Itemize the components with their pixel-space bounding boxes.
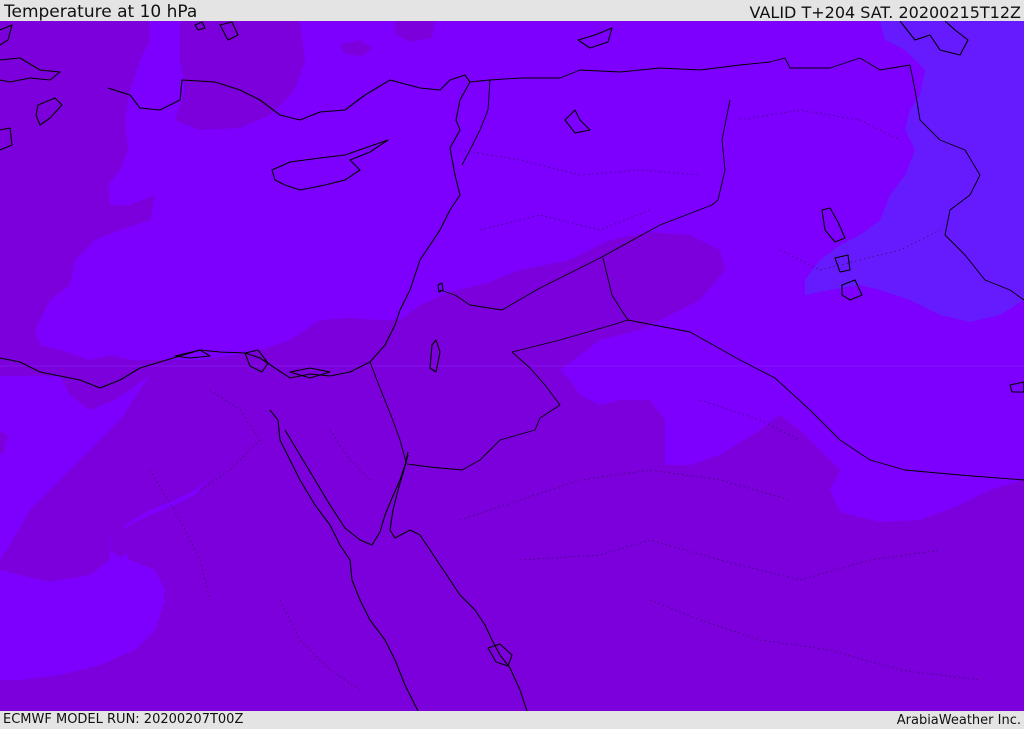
footer-bar: ECMWF MODEL RUN: 20200207T00Z ArabiaWeat… [0, 711, 1024, 729]
credit-label: ArabiaWeather Inc. [896, 713, 1021, 728]
map-svg [0, 21, 1024, 711]
map-title: Temperature at 10 hPa [4, 2, 198, 22]
valid-time: VALID T+204 SAT. 20200215T12Z [749, 3, 1021, 22]
map-canvas[interactable] [0, 21, 1024, 711]
model-run-label: ECMWF MODEL RUN: 20200207T00Z [3, 712, 244, 727]
header-bar: Temperature at 10 hPa VALID T+204 SAT. 2… [0, 0, 1024, 22]
